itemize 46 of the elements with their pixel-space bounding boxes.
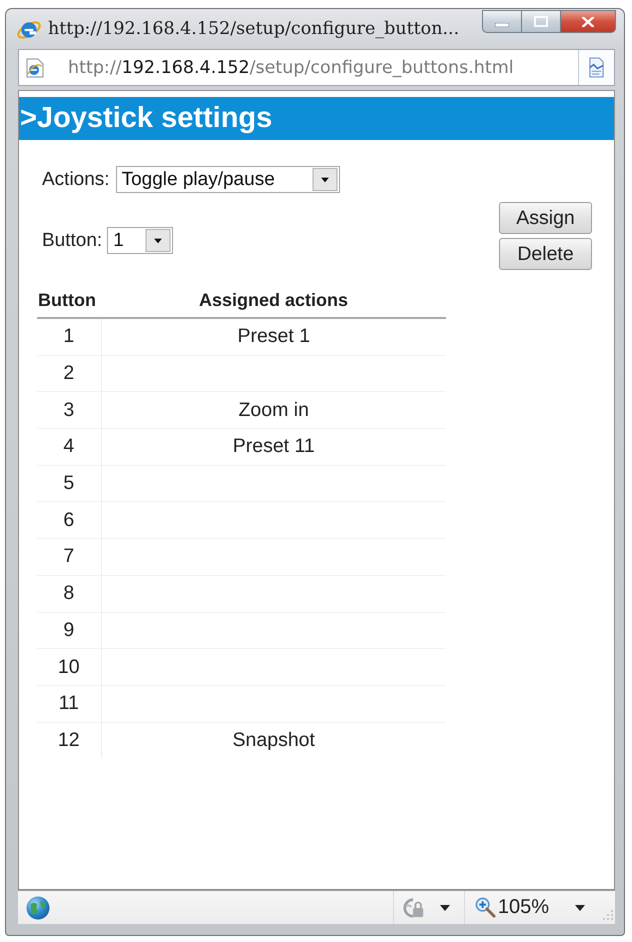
maximize-button[interactable] xyxy=(522,10,561,33)
table-cell: 4 xyxy=(37,428,101,466)
table-cell: 9 xyxy=(37,612,101,649)
table-cell: Zoom in xyxy=(101,392,446,429)
minimize-button[interactable] xyxy=(482,10,522,33)
resize-grip-icon xyxy=(603,910,613,920)
minimize-icon xyxy=(495,22,509,26)
column-header: Assigned actions xyxy=(101,284,446,318)
actions-select[interactable]: Toggle play/pause xyxy=(116,166,340,193)
page-heading: >Joystick settings xyxy=(19,97,614,140)
compatibility-view-button[interactable] xyxy=(578,50,614,85)
table-cell: 8 xyxy=(37,575,101,612)
table-cell: 2 xyxy=(37,355,101,392)
table-cell: 3 xyxy=(37,392,101,429)
table-cell: 1 xyxy=(37,318,101,356)
zoom-button[interactable]: 105% xyxy=(464,894,593,922)
url-text: http://192.168.4.152/setup/configure_buttons.html xyxy=(68,58,514,78)
table-cell: 7 xyxy=(37,538,101,576)
table-cell: 12 xyxy=(37,722,101,758)
table-cell: 11 xyxy=(37,685,101,722)
globe-lock-icon xyxy=(402,896,426,918)
broken-page-icon xyxy=(588,57,605,78)
button-label: Button: xyxy=(42,230,102,252)
window-title: http://192.168.4.152/setup/configure_button... xyxy=(48,19,460,39)
table-cell: Snapshot xyxy=(101,722,446,758)
dropdown-caret-icon xyxy=(145,229,172,252)
maximize-icon xyxy=(534,16,548,27)
close-button[interactable] xyxy=(561,10,616,33)
dropdown-caret-icon xyxy=(312,168,338,191)
magnifier-icon xyxy=(474,897,496,918)
column-header: Button xyxy=(37,284,101,318)
table-cell: 10 xyxy=(37,648,101,686)
button-select[interactable]: 1 xyxy=(107,227,174,254)
web-page-icon xyxy=(26,58,44,78)
close-icon xyxy=(582,16,594,26)
globe-icon xyxy=(26,896,50,920)
table-cell: Preset 11 xyxy=(101,428,446,466)
table-cell: 6 xyxy=(37,502,101,539)
actions-label: Actions: xyxy=(42,168,110,190)
delete-button[interactable]: Delete xyxy=(499,238,592,270)
caret-icon xyxy=(440,904,450,910)
caret-icon xyxy=(575,904,585,910)
assign-button[interactable]: Assign xyxy=(499,202,592,234)
table-cell: 5 xyxy=(37,465,101,502)
table-cell: Preset 1 xyxy=(101,318,446,356)
address-field[interactable]: http://192.168.4.152/setup/configure_buttons.html xyxy=(18,49,615,86)
